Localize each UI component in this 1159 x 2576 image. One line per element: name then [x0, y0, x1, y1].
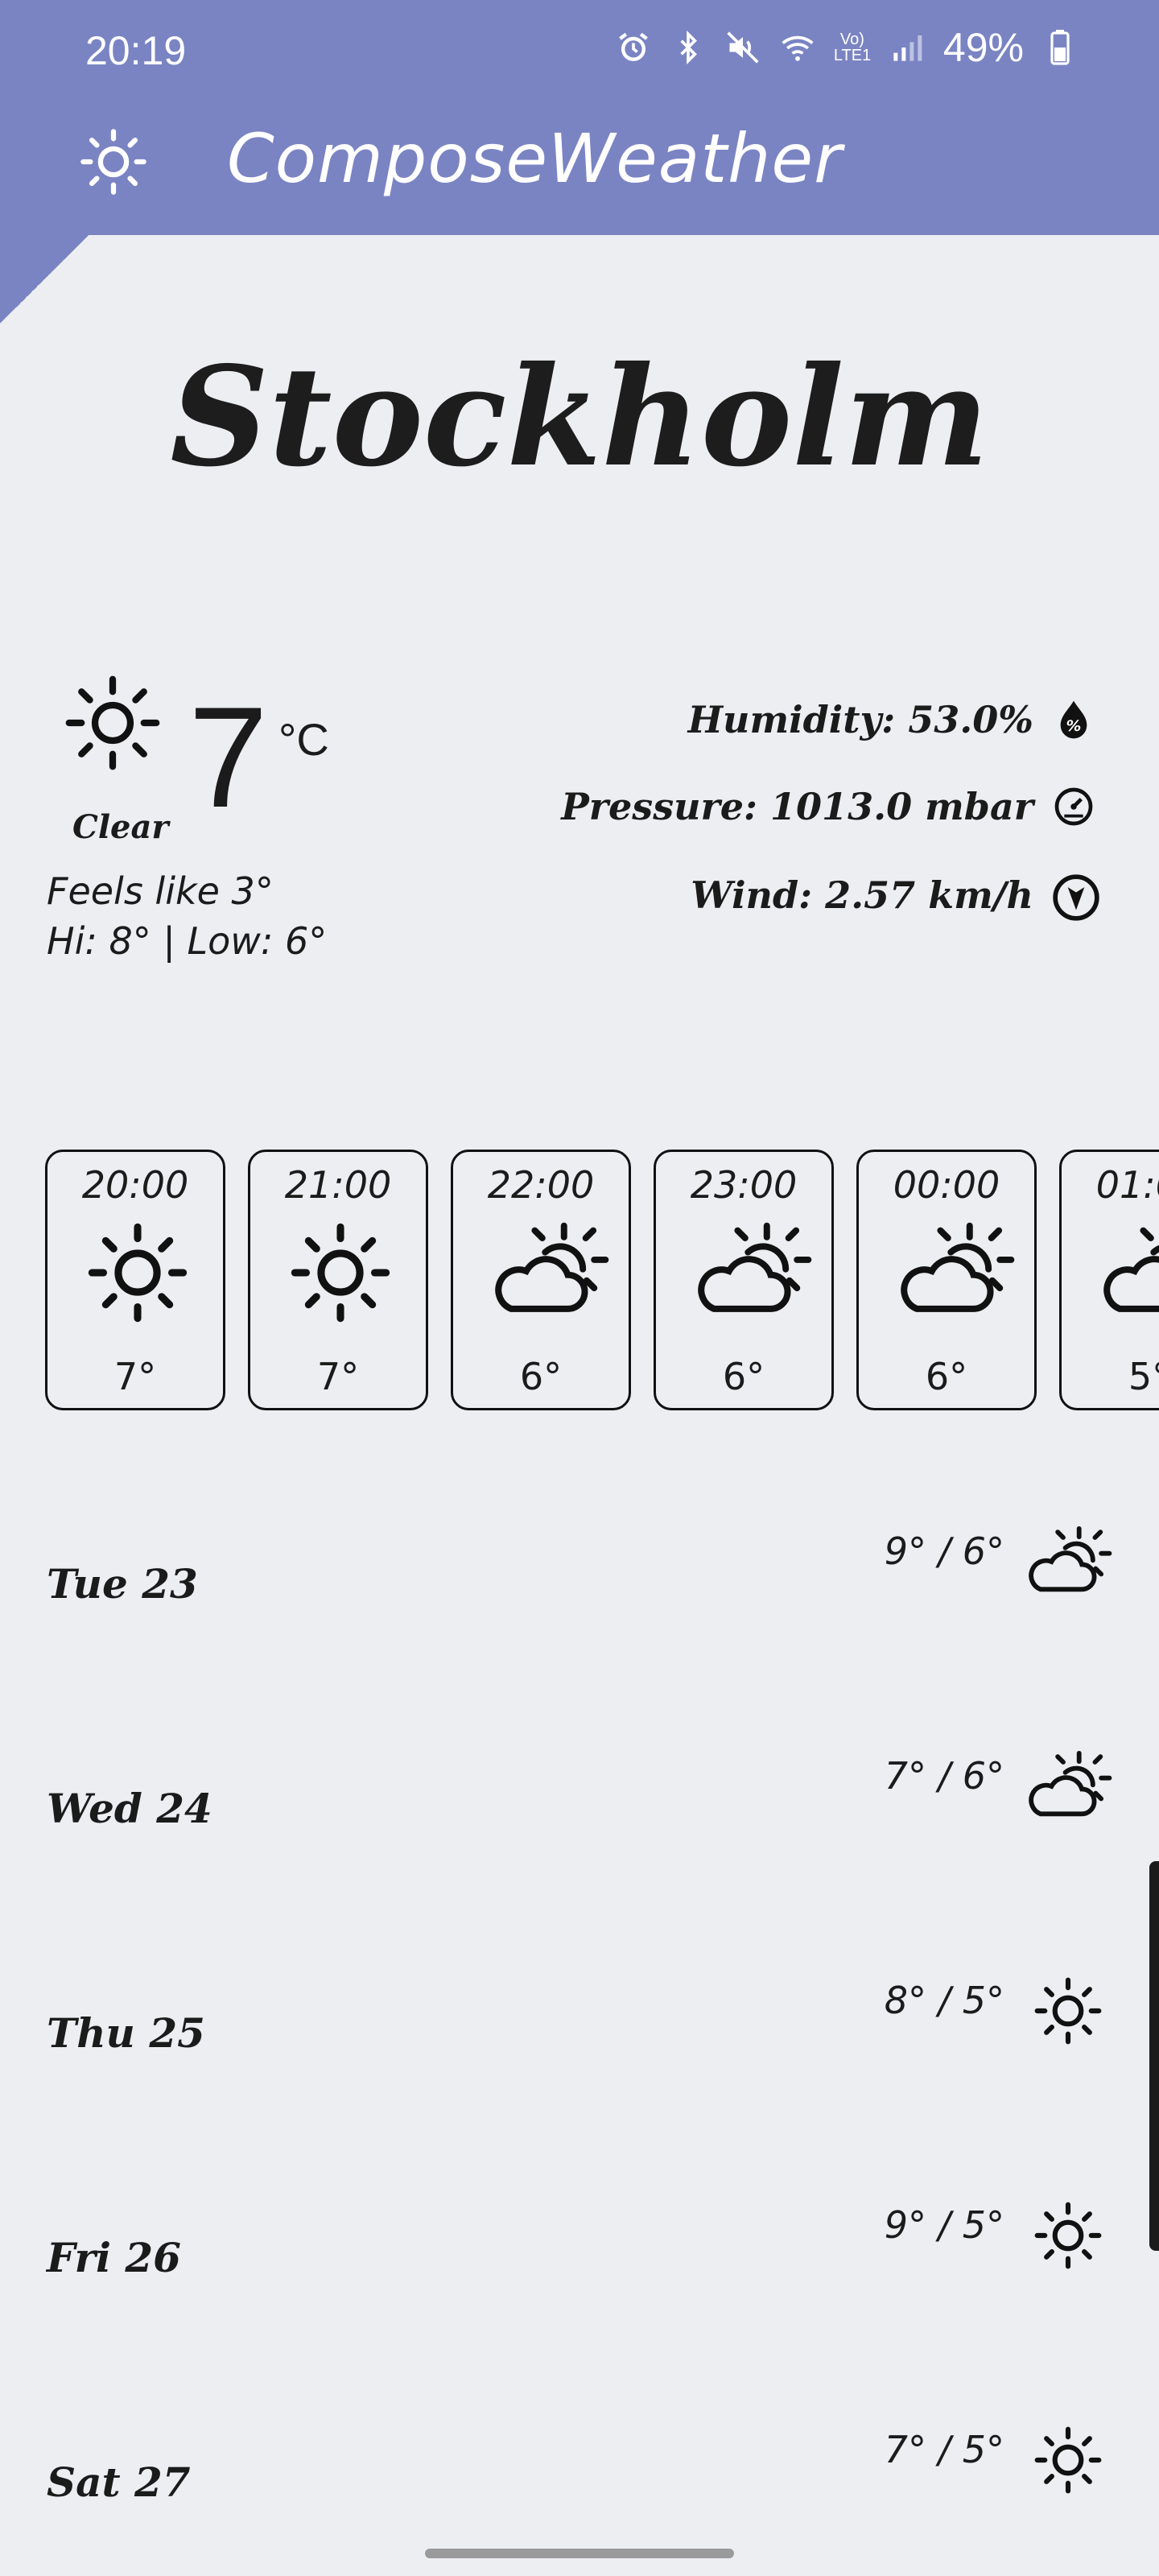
- sun-icon: [1024, 2420, 1112, 2500]
- hour-card[interactable]: 20:00 7°: [45, 1150, 225, 1410]
- sun-icon: [286, 1218, 395, 1327]
- wind-label: Wind: 2.57 km/h: [691, 873, 1033, 917]
- day-temperature-range: 9° / 5°: [884, 2203, 1004, 2247]
- hi-low: Hi: 8° | Low: 6°: [47, 919, 328, 963]
- day-temperature-range: 7° / 5°: [884, 2428, 1004, 2471]
- sun-icon[interactable]: [79, 127, 148, 196]
- day-temperature-range: 7° / 6°: [884, 1754, 1004, 1798]
- wind-direction-icon: [1051, 873, 1099, 921]
- wifi-icon: [779, 29, 816, 66]
- hour-time: 21:00: [284, 1163, 392, 1207]
- bluetooth-icon: [670, 29, 707, 66]
- alarm-icon: [615, 29, 652, 66]
- app-title: ComposeWeather: [227, 119, 843, 198]
- app-bar-corner: [0, 235, 89, 324]
- hourly-forecast[interactable]: 20:00 7° 21:00 7° 22:00 6° 23:00 6° 00:00 6° 01:00…: [45, 1150, 1159, 1412]
- mute-icon: [724, 29, 761, 66]
- status-icons: Vo) LTE1 49%: [615, 24, 1079, 71]
- day-name: Thu 25: [47, 2009, 205, 2057]
- sun-icon: [83, 1218, 192, 1327]
- humidity-row: Humidity: 53.0% %: [688, 697, 1096, 742]
- day-name: Tue 23: [47, 1560, 198, 1608]
- hour-temperature: 6°: [519, 1355, 563, 1398]
- status-time: 20:19: [85, 28, 187, 73]
- sun-icon: [1024, 2195, 1112, 2276]
- humidity-label: Humidity: 53.0%: [687, 698, 1033, 741]
- partly-cloudy-icon: [1024, 1521, 1112, 1602]
- hour-temperature: 5°: [1128, 1355, 1159, 1398]
- city-name: Stockholm: [170, 336, 989, 497]
- hour-time: 20:00: [81, 1163, 189, 1207]
- daily-row[interactable]: Tue 23 9° / 6°: [0, 1521, 1159, 1618]
- current-temperature: 7: [188, 677, 268, 837]
- current-condition: Clear: [72, 808, 169, 846]
- day-temperature-range: 8° / 5°: [884, 1979, 1004, 2022]
- signal-icon: [889, 29, 926, 66]
- daily-row[interactable]: Sat 27 7° / 5°: [0, 2420, 1159, 2516]
- gesture-nav-bar[interactable]: [425, 2549, 734, 2558]
- hour-card[interactable]: 22:00 6°: [451, 1150, 631, 1410]
- lte-icon: Vo) LTE1: [833, 31, 872, 64]
- hour-temperature: 6°: [722, 1355, 765, 1398]
- battery-icon: [1041, 29, 1079, 66]
- day-name: Wed 24: [47, 1785, 212, 1832]
- daily-row[interactable]: Thu 25 8° / 5°: [0, 1971, 1159, 2067]
- status-bar: 20:19 Vo) LTE1 49%: [0, 0, 1159, 97]
- feels-like: Feels like 3°: [47, 869, 274, 913]
- battery-percent: 49%: [942, 25, 1024, 70]
- sun-icon: [1024, 1971, 1112, 2051]
- temperature-unit: °C: [278, 714, 329, 765]
- day-temperature-range: 9° / 6°: [884, 1530, 1004, 1573]
- hour-time: 23:00: [690, 1163, 798, 1207]
- hour-time: 00:00: [893, 1163, 1000, 1207]
- gauge-icon: [1051, 784, 1096, 829]
- pressure-row: Pressure: 1013.0 mbar: [561, 784, 1096, 829]
- hour-temperature: 7°: [113, 1355, 157, 1398]
- partly-cloudy-icon: [894, 1218, 1015, 1327]
- hour-card[interactable]: 21:00 7°: [248, 1150, 428, 1410]
- hour-temperature: 7°: [316, 1355, 360, 1398]
- hour-card[interactable]: 00:00 6°: [856, 1150, 1037, 1410]
- hour-temperature: 6°: [925, 1355, 968, 1398]
- hour-time: 22:00: [487, 1163, 595, 1207]
- pressure-label: Pressure: 1013.0 mbar: [561, 785, 1033, 828]
- hour-card[interactable]: 23:00 6°: [654, 1150, 834, 1410]
- wind-row: Wind: 2.57 km/h: [691, 873, 1099, 921]
- scrollbar[interactable]: [1149, 1861, 1159, 2251]
- svg-text:%: %: [1066, 718, 1082, 735]
- partly-cloudy-icon: [1097, 1218, 1159, 1327]
- daily-row[interactable]: Wed 24 7° / 6°: [0, 1746, 1159, 1843]
- partly-cloudy-icon: [1024, 1746, 1112, 1827]
- humidity-drop-icon: %: [1051, 697, 1096, 742]
- hour-card[interactable]: 01:00 5°: [1059, 1150, 1159, 1410]
- sun-icon: [63, 673, 163, 773]
- partly-cloudy-icon: [489, 1218, 609, 1327]
- partly-cloudy-icon: [691, 1218, 812, 1327]
- daily-row[interactable]: Fri 26 9° / 5°: [0, 2195, 1159, 2292]
- day-name: Fri 26: [47, 2234, 181, 2281]
- hour-time: 01:00: [1095, 1163, 1159, 1207]
- day-name: Sat 27: [47, 2458, 191, 2506]
